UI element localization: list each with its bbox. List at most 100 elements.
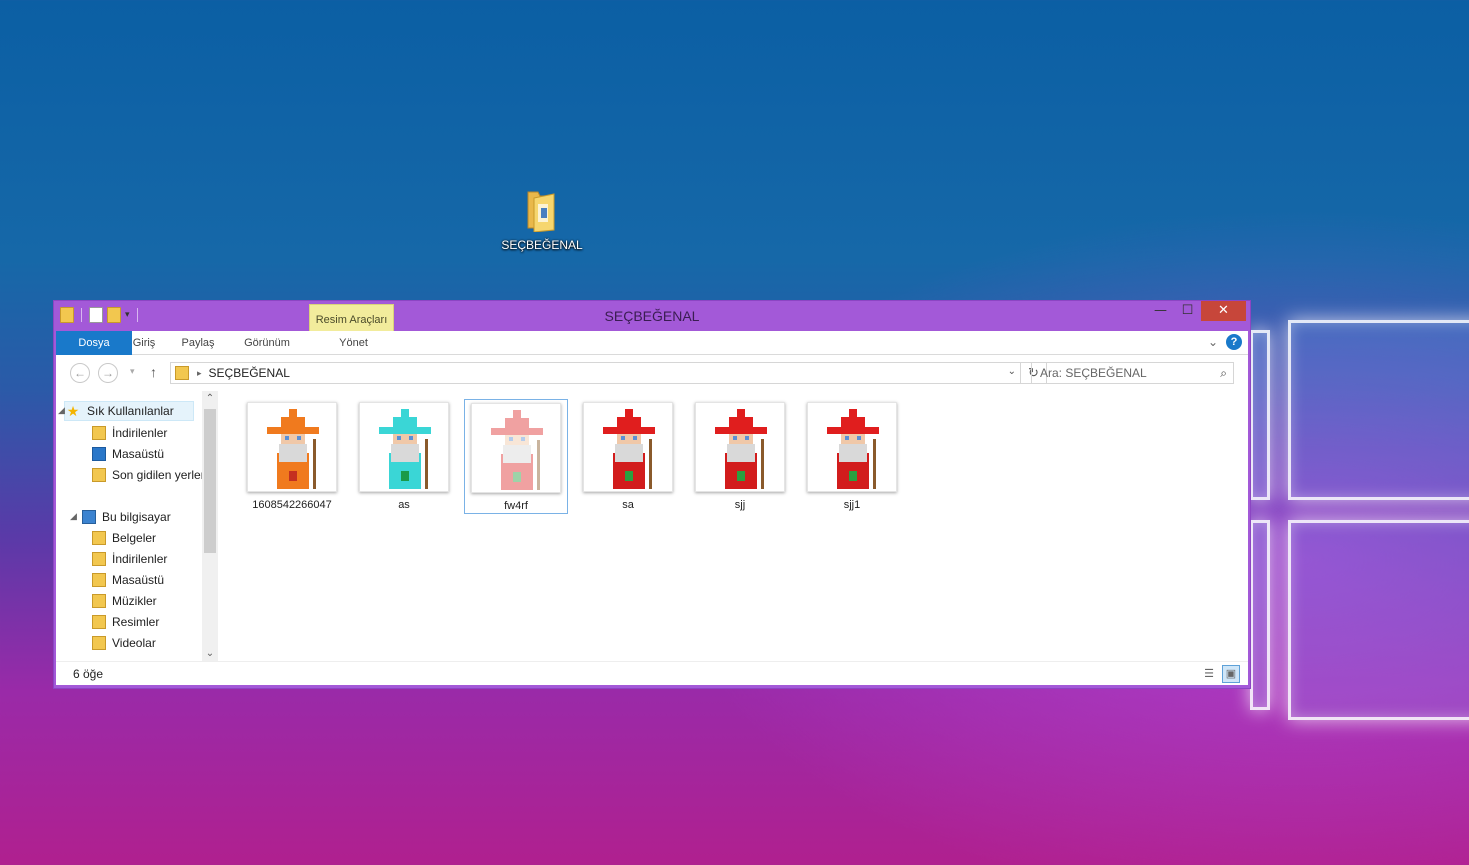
wizard-sprite-image <box>373 409 437 491</box>
sidebar-item-label: Resimler <box>112 615 160 629</box>
tab-share[interactable]: Paylaş <box>176 331 220 355</box>
file-item[interactable]: sa <box>576 399 680 514</box>
address-bar[interactable]: ▸ SEÇBEĞENAL ⌄ <box>170 362 1021 384</box>
sidebar-item-documents[interactable]: Belgeler <box>92 528 156 548</box>
back-button[interactable]: ← <box>70 363 90 383</box>
wallpaper-pane <box>1288 520 1469 720</box>
minimize-button[interactable]: — <box>1147 301 1174 321</box>
sidebar-item-label: Masaüstü <box>112 573 165 587</box>
file-name: as <box>398 499 410 511</box>
image-thumbnail[interactable] <box>807 402 897 492</box>
forward-button[interactable]: → <box>98 363 118 383</box>
desktop-folder-icon <box>92 573 106 587</box>
status-bar: 6 öğe ☰ ▣ <box>56 661 1248 685</box>
search-placeholder: Ara: SEÇBEĞENAL <box>1040 366 1147 380</box>
image-thumbnail[interactable] <box>471 403 561 493</box>
search-input[interactable]: Ara: SEÇBEĞENAL ⌕ <box>1031 362 1234 384</box>
file-name: sa <box>622 499 634 511</box>
sidebar-item-recent-places[interactable]: Son gidilen yerler <box>92 465 205 485</box>
wallpaper-windows-logo <box>1250 310 1469 730</box>
sidebar-item-desktop-pc[interactable]: Masaüstü <box>92 570 164 590</box>
help-icon[interactable]: ? <box>1226 334 1242 350</box>
file-list: 1608542266047 as fw4rf sa sjj sjj1 <box>218 391 1248 661</box>
chevron-down-icon[interactable]: ⌄ <box>202 648 218 659</box>
sidebar-item-label: Son gidilen yerler <box>112 468 205 482</box>
image-thumbnail[interactable] <box>583 402 673 492</box>
file-name: sjj <box>734 499 746 511</box>
close-button[interactable]: ✕ <box>1201 301 1246 321</box>
file-item[interactable]: sjj1 <box>800 399 904 514</box>
image-thumbnail[interactable] <box>359 402 449 492</box>
collapse-arrow-icon[interactable]: ◢ <box>70 511 77 522</box>
wizard-sprite-image <box>261 409 325 491</box>
breadcrumb[interactable]: SEÇBEĞENAL <box>209 366 290 380</box>
desktop-icon <box>92 447 106 461</box>
window-title: SEÇBEĞENAL <box>604 308 700 324</box>
image-thumbnail[interactable] <box>695 402 785 492</box>
sidebar-item-favorites[interactable]: ★ Sık Kullanılanlar <box>64 401 194 421</box>
view-buttons: ☰ ▣ <box>1200 665 1240 683</box>
collapse-arrow-icon[interactable]: ◢ <box>58 405 65 416</box>
sidebar-item-desktop[interactable]: Masaüstü <box>92 444 164 464</box>
wallpaper-pane <box>1288 320 1469 500</box>
up-button[interactable]: ↑ <box>150 364 157 380</box>
tab-view[interactable]: Görünüm <box>236 331 298 355</box>
videos-folder-icon <box>92 636 106 650</box>
breadcrumb-arrow-icon[interactable]: ▸ <box>197 368 202 379</box>
wizard-sprite-image <box>597 409 661 491</box>
sidebar-item-label: İndirilenler <box>112 552 168 566</box>
wallpaper-pane <box>1250 520 1270 710</box>
recent-locations-icon[interactable]: ▾ <box>130 366 135 377</box>
sidebar-item-label: İndirilenler <box>112 426 168 440</box>
navigation-bar: ← → ▾ ↑ ▸ SEÇBEĞENAL ⌄ ↻ Ara: SEÇBEĞENAL… <box>56 355 1248 391</box>
file-item[interactable]: fw4rf <box>464 399 568 514</box>
music-folder-icon <box>92 594 106 608</box>
tab-home[interactable]: Giriş <box>124 331 164 355</box>
folder-icon <box>175 366 189 380</box>
file-name: 1608542266047 <box>252 499 332 511</box>
sidebar-item-label: Sık Kullanılanlar <box>87 404 174 418</box>
tab-manage[interactable]: Yönet <box>311 331 396 355</box>
tab-file[interactable]: Dosya <box>56 331 132 355</box>
chevron-down-icon[interactable]: ⌄ <box>1008 366 1016 377</box>
wallpaper-pane <box>1250 330 1270 500</box>
wizard-sprite-image <box>709 409 773 491</box>
maximize-button[interactable]: ☐ <box>1174 301 1201 321</box>
desktop-folder-icon[interactable]: SEÇBEĞENAL <box>500 188 584 252</box>
details-view-icon[interactable]: ☰ <box>1200 665 1218 683</box>
downloads-folder-icon <box>92 426 106 440</box>
wizard-sprite-image <box>485 410 549 492</box>
ribbon-tabs: Dosya Giriş Paylaş Görünüm Yönet ⌄ ? <box>56 331 1248 355</box>
file-item[interactable]: sjj <box>688 399 792 514</box>
scrollbar-thumb[interactable] <box>204 409 216 553</box>
sidebar-item-label: Masaüstü <box>112 447 165 461</box>
file-item[interactable]: as <box>352 399 456 514</box>
sidebar-item-label: Bu bilgisayar <box>102 510 171 524</box>
file-name: fw4rf <box>504 500 528 512</box>
pictures-folder-icon <box>92 615 106 629</box>
sidebar-item-downloads-pc[interactable]: İndirilenler <box>92 549 167 569</box>
large-icons-view-icon[interactable]: ▣ <box>1222 665 1240 683</box>
main-area: ★ Sık Kullanılanlar ◢ İndirilenler Masaü… <box>56 391 1248 661</box>
search-icon[interactable]: ⌕ <box>1220 363 1227 383</box>
file-item[interactable]: 1608542266047 <box>240 399 344 514</box>
chevron-up-icon[interactable]: ⌃ <box>202 393 218 404</box>
star-icon: ★ <box>66 403 80 419</box>
title-bar: ▾ Resim Araçları SEÇBEĞENAL — ☐ ✕ <box>54 301 1250 332</box>
sidebar-item-pictures[interactable]: Resimler <box>92 612 159 632</box>
recent-places-icon <box>92 468 106 482</box>
computer-icon <box>82 510 96 524</box>
image-thumbnail[interactable] <box>247 402 337 492</box>
sidebar-item-this-pc[interactable]: Bu bilgisayar <box>82 507 171 527</box>
chevron-down-icon[interactable]: ⌄ <box>1208 335 1218 349</box>
sidebar-scrollbar[interactable]: ⌃ ⌄ <box>202 391 218 661</box>
sidebar-item-label: Müzikler <box>112 594 157 608</box>
folder-icon <box>524 188 560 233</box>
sidebar-item-music[interactable]: Müzikler <box>92 591 157 611</box>
sidebar-item-label: Belgeler <box>112 531 157 545</box>
sidebar-item-videos[interactable]: Videolar <box>92 633 156 653</box>
file-name: sjj1 <box>843 499 861 511</box>
sidebar-item-downloads[interactable]: İndirilenler <box>92 423 167 443</box>
desktop-folder-label: SEÇBEĞENAL <box>501 238 583 252</box>
downloads-folder-icon <box>92 552 106 566</box>
